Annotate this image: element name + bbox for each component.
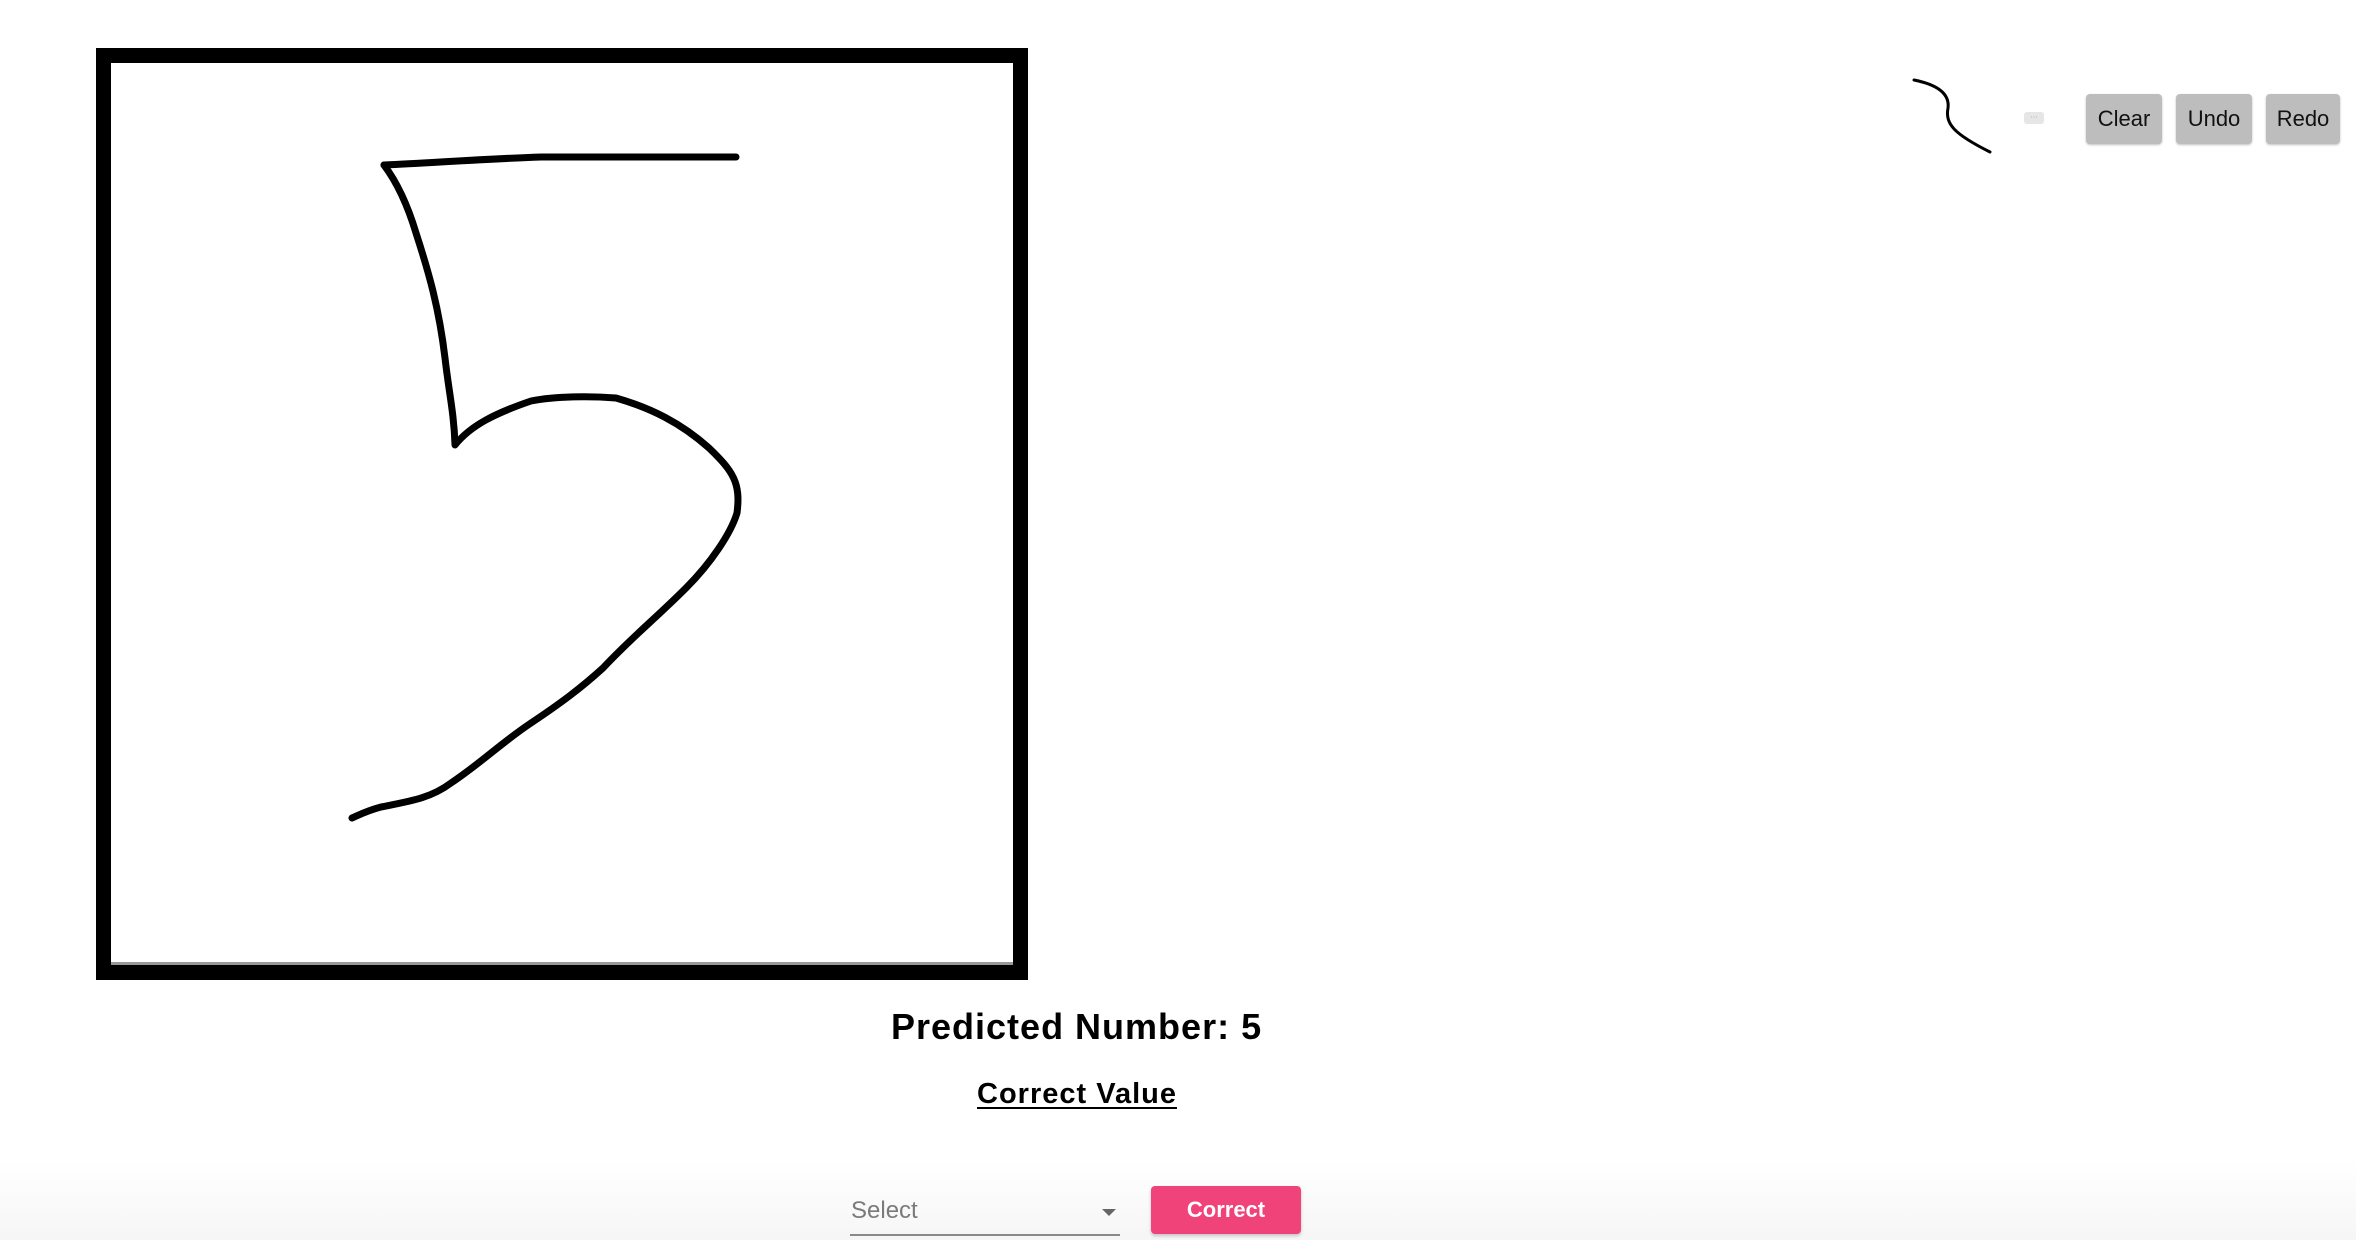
color-swatch-icon[interactable]: ···	[2024, 112, 2044, 124]
chevron-down-icon	[1102, 1209, 1116, 1216]
correct-value-select[interactable]: Select	[850, 1190, 1120, 1236]
digit-stroke	[348, 161, 742, 822]
undo-button[interactable]: Undo	[2176, 94, 2252, 144]
correct-submit-button[interactable]: Correct	[1151, 1186, 1301, 1234]
drawing-canvas[interactable]	[111, 63, 1013, 965]
clear-button[interactable]: Clear	[2086, 94, 2162, 144]
canvas-toolbar: ··· Clear Undo Redo	[1900, 58, 2350, 158]
digit-stroke	[380, 153, 740, 169]
brush-stroke-icon	[1912, 68, 2002, 158]
prediction-text: Predicted Number: 5	[891, 1006, 1263, 1047]
redo-button[interactable]: Redo	[2266, 94, 2340, 144]
select-placeholder: Select	[851, 1197, 918, 1224]
drawing-canvas-frame	[96, 48, 1028, 980]
digit-drawing	[348, 153, 742, 822]
correct-value-heading: Correct Value	[977, 1078, 1177, 1110]
